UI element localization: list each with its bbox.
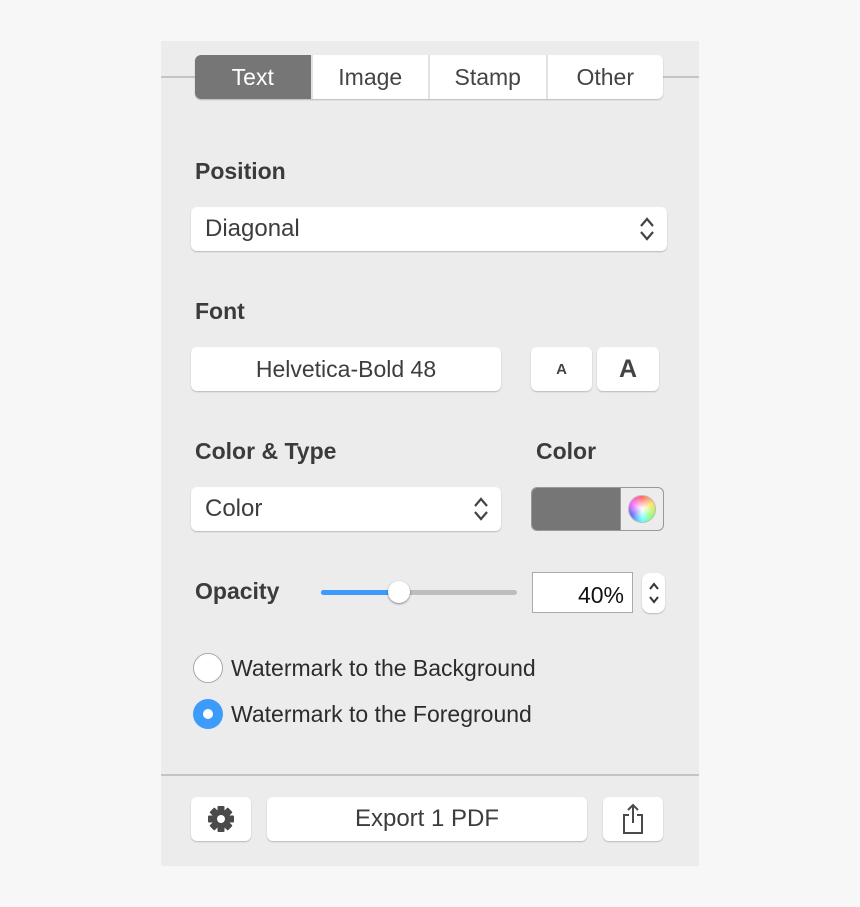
tab-other[interactable]: Other <box>545 55 664 99</box>
color-type-select[interactable]: Color <box>191 487 501 531</box>
tab-stamp[interactable]: Stamp <box>428 55 546 99</box>
background-radio[interactable] <box>193 653 223 683</box>
position-select[interactable]: Diagonal <box>191 207 667 251</box>
decrease-font-size-button[interactable]: A <box>531 347 592 391</box>
color-label: Color <box>536 438 597 464</box>
export-button[interactable]: Export 1 PDF <box>267 797 587 841</box>
slider-thumb[interactable] <box>388 581 411 603</box>
position-value: Diagonal <box>205 215 300 242</box>
color-type-label: Color & Type <box>195 438 337 464</box>
foreground-option-label[interactable]: Watermark to the Foreground <box>231 701 532 728</box>
color-type-value: Color <box>205 495 263 522</box>
watermark-panel: Text Image Stamp Other Position Diagonal… <box>161 41 699 866</box>
opacity-stepper[interactable] <box>642 573 665 613</box>
share-button[interactable] <box>603 797 663 841</box>
tab-text[interactable]: Text <box>195 55 311 99</box>
chevron-updown-icon <box>474 497 488 521</box>
color-swatch[interactable] <box>532 488 620 530</box>
color-well[interactable] <box>531 487 664 531</box>
foreground-radio[interactable] <box>193 699 223 729</box>
gear-icon <box>208 806 234 832</box>
position-label: Position <box>195 158 286 184</box>
font-label: Font <box>195 298 245 324</box>
footer-divider <box>161 774 699 776</box>
font-button[interactable]: Helvetica-Bold 48 <box>191 347 501 391</box>
share-icon <box>623 803 643 834</box>
opacity-label: Opacity <box>195 578 280 604</box>
chevron-updown-icon <box>640 217 654 241</box>
tab-image[interactable]: Image <box>310 55 429 99</box>
stepper-arrows-icon <box>648 582 659 604</box>
increase-font-size-button[interactable]: A <box>597 347 659 391</box>
settings-button[interactable] <box>191 797 251 841</box>
opacity-slider[interactable] <box>321 581 517 603</box>
opacity-field[interactable]: 40% <box>532 572 633 613</box>
color-wheel-icon <box>628 495 656 523</box>
color-picker-button[interactable] <box>620 488 663 530</box>
tab-bar: Text Image Stamp Other <box>195 55 663 99</box>
background-option-label[interactable]: Watermark to the Background <box>231 655 536 682</box>
